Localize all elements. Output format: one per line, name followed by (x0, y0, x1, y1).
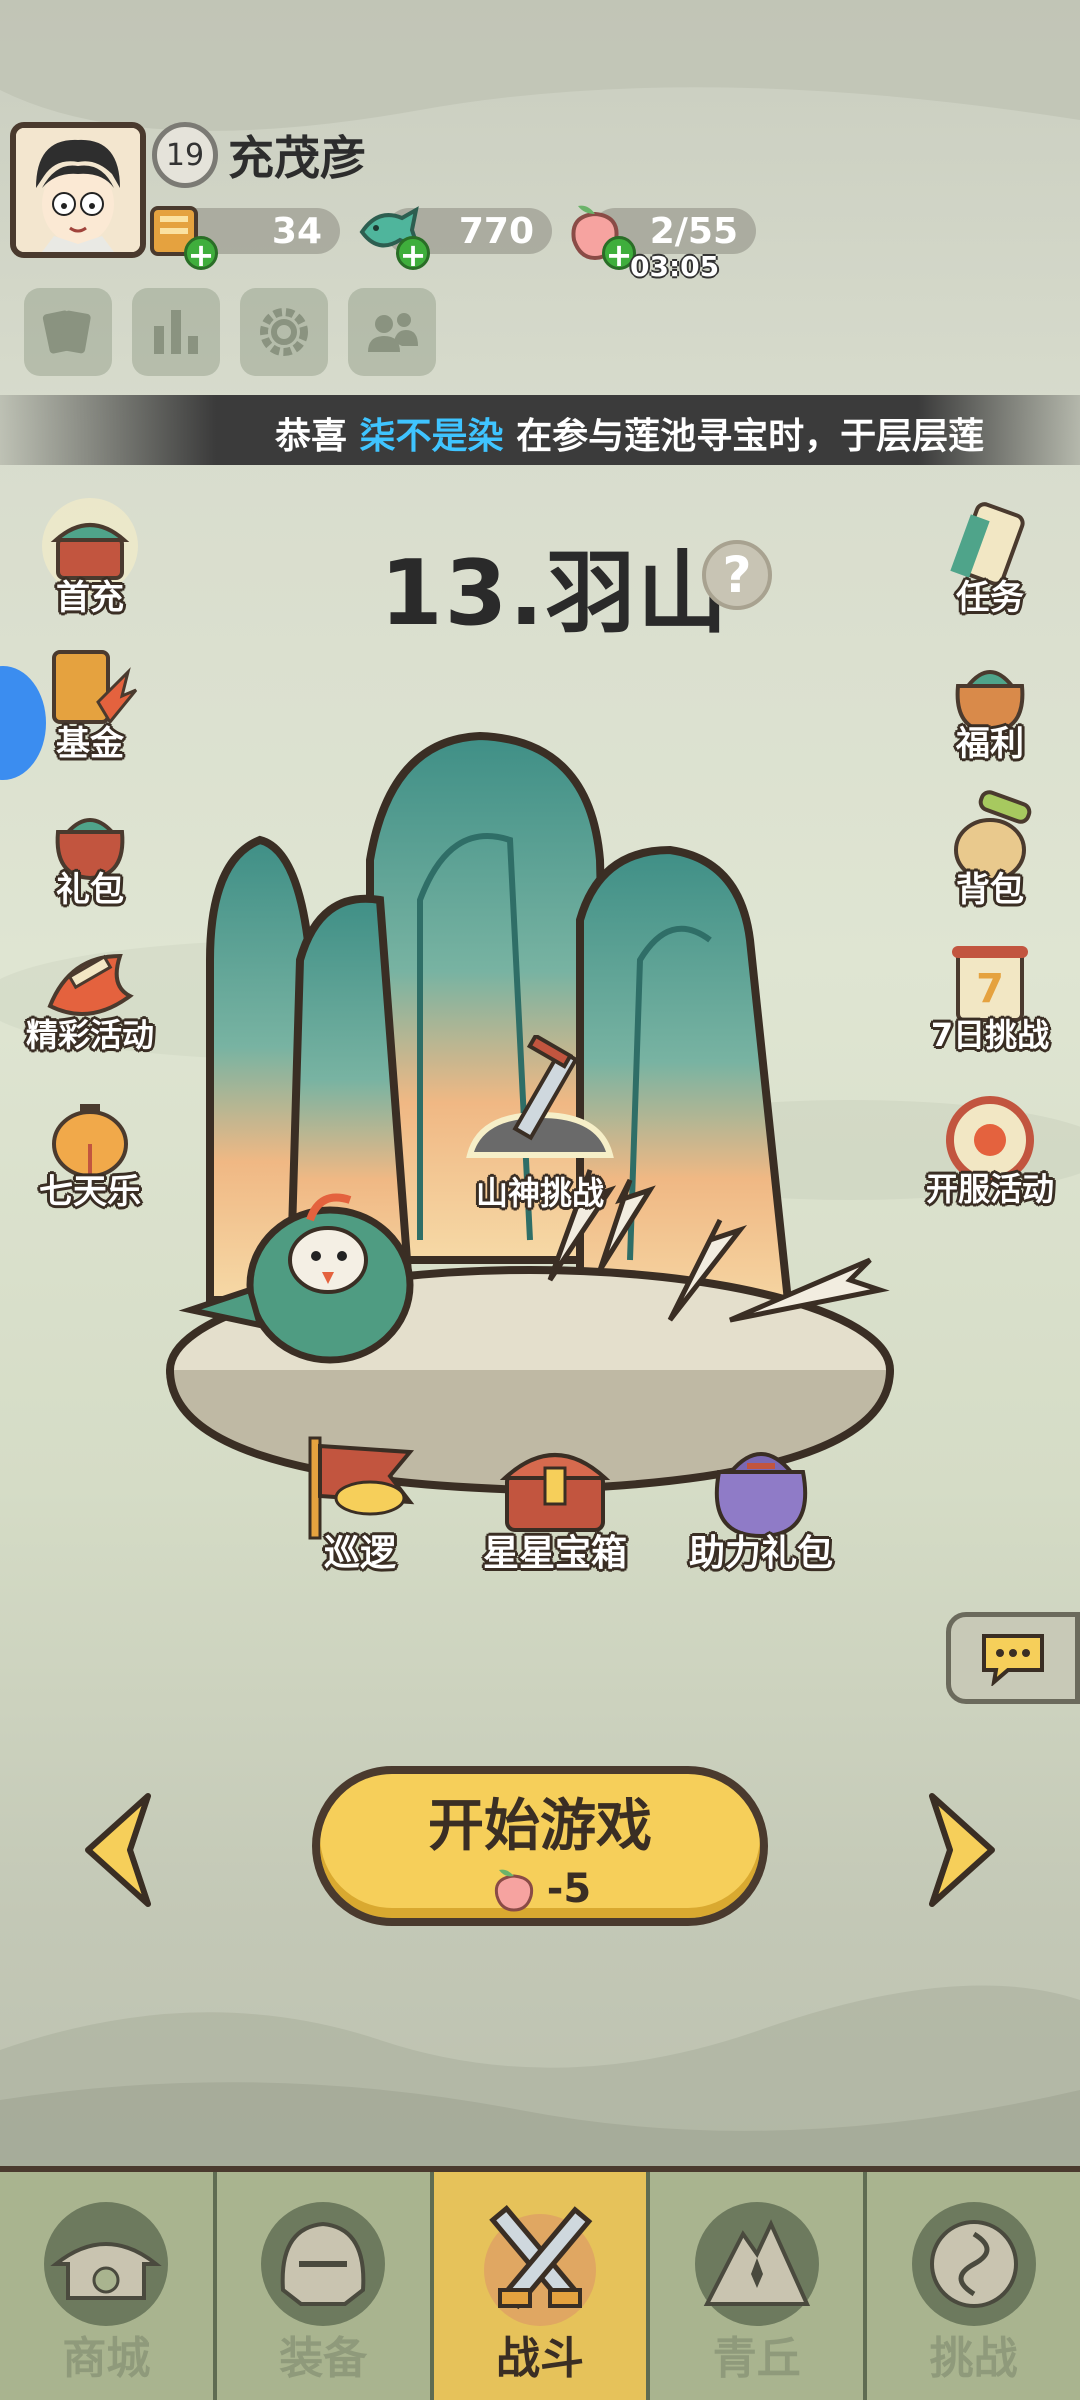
menu-server-event[interactable]: 开服活动 (920, 1090, 1060, 1230)
menu-label: 背包 (956, 870, 1024, 910)
player-name: 充茂彦 (228, 131, 366, 185)
svg-text:7: 7 (976, 966, 1004, 1012)
peach-stamina-icon[interactable]: + (560, 196, 636, 271)
chat-button[interactable] (946, 1612, 1080, 1704)
assist-gift-button[interactable]: 助力礼包 (676, 1432, 846, 1574)
menu-label: 精彩活动 (25, 1016, 154, 1054)
marquee-rest: 在参与莲池寻宝时，于层层莲 (503, 416, 985, 457)
tab-challenge-label: 挑战 (929, 2333, 1018, 2384)
add-ticket-icon[interactable]: + (184, 236, 218, 271)
cards-button[interactable] (24, 288, 112, 376)
stage-title: 13.羽山 (380, 541, 730, 646)
bar-chart-icon (154, 310, 198, 354)
menu-tasks[interactable]: 任务 (920, 496, 1060, 636)
tab-battle[interactable]: 战斗 (433, 2172, 651, 2400)
help-icon[interactable]: ? (702, 540, 772, 610)
crossed-swords-icon (483, 2205, 596, 2326)
menu-gift-pack[interactable]: 礼包 (20, 788, 160, 928)
next-stage-arrow-icon[interactable] (922, 1790, 1002, 1910)
menu-label: 任务 (956, 578, 1024, 618)
stamina-timer: 03:05 (630, 250, 720, 283)
swirl-disc-icon (911, 2202, 1036, 2326)
player-avatar[interactable] (10, 122, 146, 258)
patrol-label: 巡逻 (323, 1533, 396, 1574)
tab-shop-label: 商城 (62, 2333, 151, 2384)
tab-shop[interactable]: 商城 (0, 2172, 217, 2400)
add-jade-icon[interactable]: + (396, 236, 430, 271)
sword-in-stone-icon[interactable] (450, 1035, 630, 1165)
mountain-challenge-label[interactable]: 山神挑战 (440, 1168, 640, 1214)
menu-label: 7日挑战 (930, 1016, 1050, 1054)
tab-equipment[interactable]: 装备 (216, 2172, 434, 2400)
start-game-button[interactable]: 开始游戏 -5 (312, 1766, 768, 1926)
tab-qingqiu-label: 青丘 (712, 2333, 801, 2384)
start-game-cost: -5 (546, 1865, 592, 1912)
star-chest-button[interactable]: 星星宝箱 (470, 1432, 640, 1574)
marquee-player-name: 柒不是染 (359, 416, 504, 457)
friends-button[interactable] (348, 288, 436, 376)
menu-backpack[interactable]: 背包 (920, 788, 1060, 928)
gear-icon (260, 308, 308, 356)
menu-label: 开服活动 (925, 1170, 1054, 1208)
announcement-marquee: 恭喜 柒不是染 在参与莲池寻宝时，于层层莲 (0, 395, 1080, 465)
previous-stage-arrow-icon[interactable] (78, 1790, 158, 1910)
menu-7day-challenge[interactable]: 7 7日挑战 (920, 936, 1060, 1076)
ticket-scroll-icon[interactable]: + (142, 196, 218, 271)
avatar-face-icon (16, 128, 140, 252)
tab-battle-label: 战斗 (495, 2333, 584, 2384)
menu-label: 七天乐 (39, 1172, 141, 1212)
marquee-prefix: 恭喜 (275, 416, 360, 457)
ranking-button[interactable] (132, 288, 220, 376)
player-level-badge: 19 (152, 122, 218, 188)
settings-button[interactable] (240, 288, 328, 376)
menu-label: 福利 (956, 724, 1024, 764)
patrol-button[interactable]: 巡逻 (290, 1432, 430, 1574)
cards-icon (42, 310, 91, 354)
menu-seven-days[interactable]: 七天乐 (20, 1090, 160, 1230)
tab-qingqiu[interactable]: 青丘 (650, 2172, 868, 2400)
menu-welfare[interactable]: 福利 (920, 642, 1060, 782)
menu-first-recharge[interactable]: 首充 (20, 496, 160, 636)
assist-gift-label: 助力礼包 (688, 1533, 833, 1574)
menu-events[interactable]: 精彩活动 (20, 936, 160, 1076)
chat-bubble-icon (982, 1634, 1044, 1686)
peach-cost-icon (494, 1869, 533, 1912)
mountain-peak-icon (694, 2202, 819, 2326)
star-chest-label: 星星宝箱 (482, 1533, 627, 1574)
menu-label: 礼包 (56, 870, 124, 910)
helmet-icon (261, 2202, 386, 2326)
jade-fish-icon[interactable]: + (354, 196, 430, 271)
bottom-navigation: 商城 装备 战斗 青丘 挑战 (0, 2166, 1080, 2400)
tab-challenge[interactable]: 挑战 (867, 2172, 1080, 2400)
tab-equipment-label: 装备 (279, 2333, 368, 2384)
friends-icon (368, 313, 418, 352)
shop-pavilion-icon (44, 2202, 169, 2326)
start-game-label: 开始游戏 (428, 1793, 652, 1859)
menu-label: 首充 (56, 578, 124, 618)
